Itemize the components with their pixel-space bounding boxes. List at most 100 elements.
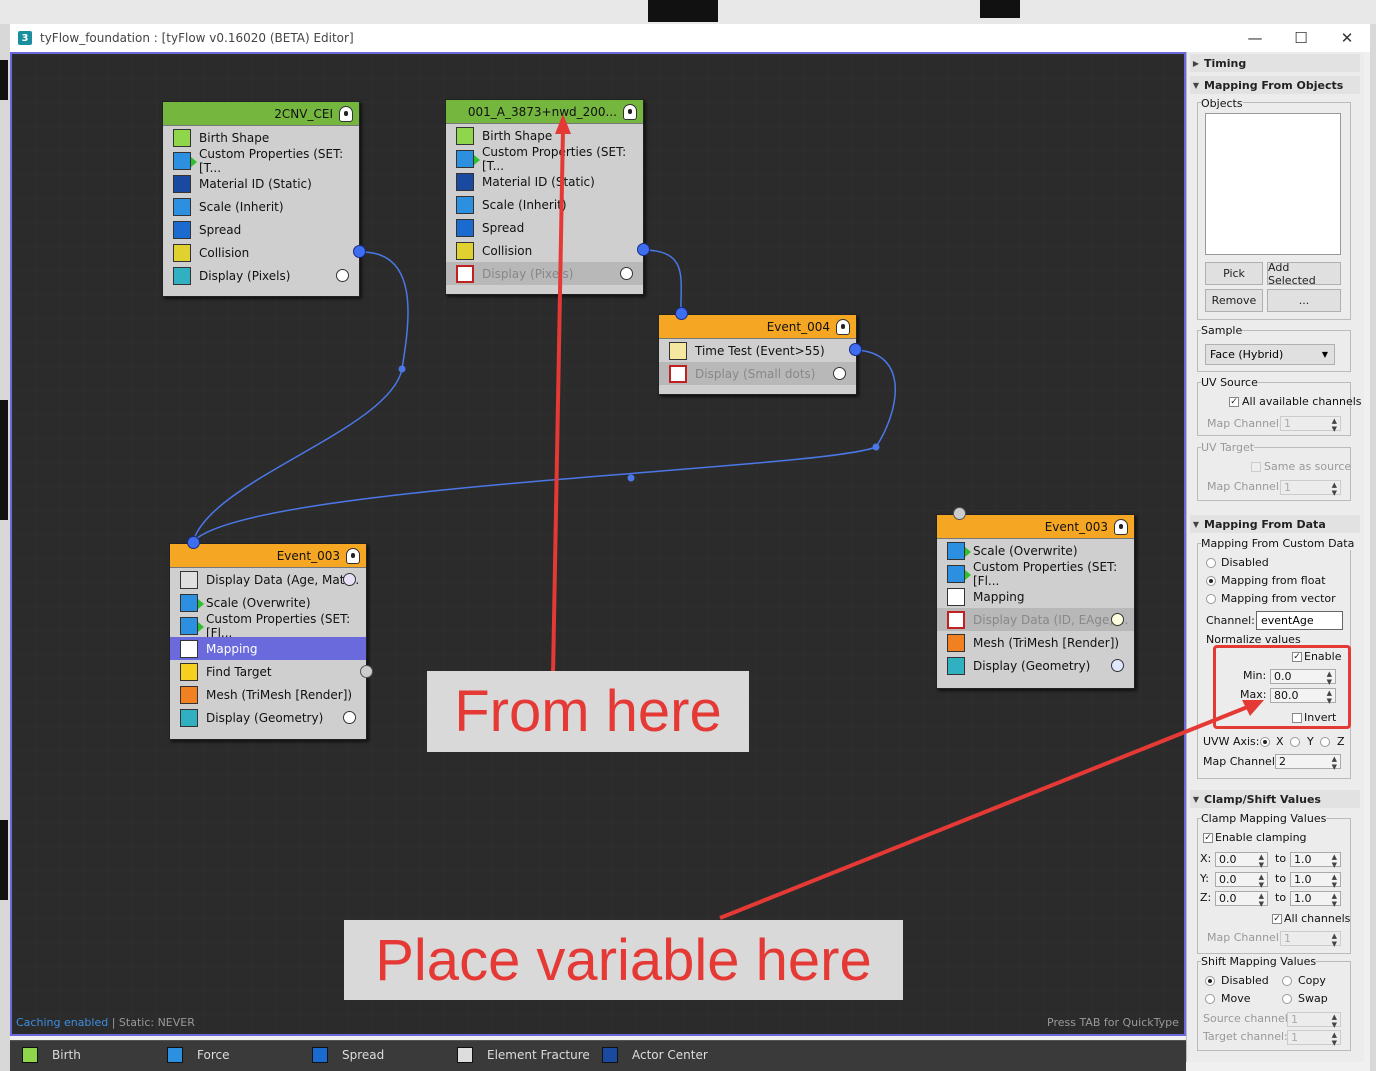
operator-custom-properties[interactable]: Custom Properties (SET: [Fl... [937, 560, 1134, 588]
objects-list[interactable] [1205, 113, 1341, 255]
output-port[interactable] [849, 343, 862, 356]
enable-clamping-checkbox[interactable]: ✓ [1203, 833, 1213, 843]
operator-mesh[interactable]: Mesh (TriMesh [Render]) [170, 683, 366, 706]
operator-display[interactable]: Display (Geometry) [937, 654, 1134, 677]
bulb-icon[interactable] [836, 319, 850, 335]
input-port[interactable] [953, 507, 966, 520]
operator-mapping[interactable]: Mapping [937, 585, 1134, 608]
operator-custom-properties[interactable]: Custom Properties (SET: [T... [446, 145, 643, 173]
pick-button[interactable]: Pick [1205, 262, 1263, 285]
clamp-y-max-spinner[interactable]: 1.0 ▲ ▼ [1290, 872, 1341, 889]
clamp-z-min-spinner[interactable]: 0.0 ▲ ▼ [1215, 891, 1268, 908]
operator-find-target[interactable]: Find Target [170, 660, 366, 683]
operator-mapping-selected[interactable]: Mapping [170, 637, 366, 660]
output-port[interactable] [637, 243, 650, 256]
operator-collision[interactable]: Collision [163, 241, 359, 264]
event-node-event-003-left[interactable]: Event_003 Display Data (Age, Matl... Sca… [169, 543, 367, 740]
node-header[interactable]: 001_A_3873+nwd_200... [446, 100, 643, 124]
minimize-button[interactable]: — [1232, 24, 1278, 52]
operator-mesh[interactable]: Mesh (TriMesh [Render]) [937, 631, 1134, 654]
operator-material-id[interactable]: Material ID (Static) [163, 172, 359, 195]
operator-display[interactable]: Display (Geometry) [170, 706, 366, 729]
bulb-icon[interactable] [346, 548, 360, 564]
shift-move-radio[interactable] [1205, 994, 1215, 1004]
operator-display-data[interactable]: Display Data (Age, Matl... [170, 568, 366, 591]
rollout-timing[interactable]: ▶ Timing [1190, 54, 1360, 72]
bulb-icon[interactable] [339, 106, 353, 122]
event-node-event-003-right[interactable]: Event_003 Scale (Overwrite) Custom Prope… [936, 514, 1135, 689]
sample-dropdown[interactable]: Face (Hybrid) ▼ [1205, 344, 1335, 365]
input-port[interactable] [187, 536, 200, 549]
bulb-icon[interactable] [1114, 519, 1128, 535]
display-color-swatch[interactable] [1111, 613, 1124, 626]
node-header[interactable]: Event_003 [170, 544, 366, 568]
display-color-swatch[interactable] [620, 267, 633, 280]
mapping-from-vector-radio[interactable] [1206, 594, 1216, 604]
palette-spread[interactable]: Spread [312, 1047, 384, 1063]
axis-y-radio[interactable] [1290, 737, 1300, 747]
operator-spread[interactable]: Spread [163, 218, 359, 241]
clamp-y-min-spinner[interactable]: 0.0 ▲ ▼ [1215, 872, 1268, 889]
clamp-x-min-spinner[interactable]: 0.0 ▲ ▼ [1215, 852, 1268, 869]
palette-element-fracture[interactable]: Element Fracture [457, 1047, 590, 1063]
node-header[interactable]: 2CNV_CEI [163, 102, 359, 126]
target-channel-spinner[interactable]: 1 ▲ ▼ [1287, 1030, 1341, 1047]
display-color-swatch[interactable] [336, 269, 349, 282]
find-target-output-port[interactable] [360, 665, 373, 678]
operator-custom-properties[interactable]: Custom Properties (SET: [Fl... [170, 612, 366, 640]
map-channel-spinner[interactable]: 1 ▲ ▼ [1280, 480, 1341, 497]
operator-spread[interactable]: Spread [446, 216, 643, 239]
palette-force[interactable]: Force [167, 1047, 229, 1063]
bulb-icon[interactable] [623, 104, 637, 120]
palette-birth[interactable]: Birth [22, 1047, 81, 1063]
channel-input[interactable]: eventAge [1256, 611, 1343, 630]
output-port[interactable] [353, 245, 366, 258]
shift-copy-radio[interactable] [1282, 976, 1292, 986]
mapping-from-float-radio[interactable] [1206, 576, 1216, 586]
operator-collision[interactable]: Collision [446, 239, 643, 262]
same-as-source-checkbox[interactable] [1251, 462, 1261, 472]
operator-scale[interactable]: Scale (Inherit) [446, 193, 643, 216]
remove-button[interactable]: Remove [1205, 289, 1263, 312]
operator-display-disabled[interactable]: Display (Small dots) [659, 362, 856, 385]
add-selected-button[interactable]: Add Selected [1267, 261, 1341, 287]
input-port[interactable] [675, 307, 688, 320]
operator-time-test[interactable]: Time Test (Event>55) [659, 339, 856, 362]
node-header[interactable]: Event_003 [937, 515, 1134, 539]
operator-custom-properties[interactable]: Custom Properties (SET: [T... [163, 147, 359, 175]
map-channel-spinner[interactable]: 2 ▲ ▼ [1275, 754, 1341, 771]
operator-scale[interactable]: Scale (Inherit) [163, 195, 359, 218]
disabled-radio[interactable] [1206, 558, 1216, 568]
clamp-z-max-spinner[interactable]: 1.0 ▲ ▼ [1290, 891, 1341, 908]
display-color-swatch[interactable] [1111, 659, 1124, 672]
operator-material-id[interactable]: Material ID (Static) [446, 170, 643, 193]
axis-z-radio[interactable] [1320, 737, 1330, 747]
clamp-x-max-spinner[interactable]: 1.0 ▲ ▼ [1290, 852, 1341, 869]
shift-swap-radio[interactable] [1282, 994, 1292, 1004]
close-button[interactable]: ✕ [1324, 24, 1370, 52]
node-header[interactable]: Event_004 [659, 315, 856, 339]
display-color-swatch[interactable] [343, 711, 356, 724]
axis-x-radio[interactable] [1260, 737, 1270, 747]
event-node-event-004[interactable]: Event_004 Time Test (Event>55) Display (… [658, 314, 857, 395]
shift-disabled-radio[interactable] [1205, 976, 1215, 986]
map-channel-spinner[interactable]: 1 ▲ ▼ [1280, 416, 1341, 433]
display-color-swatch[interactable] [833, 367, 846, 380]
maximize-button[interactable]: ☐ [1278, 24, 1324, 52]
all-available-channels-checkbox[interactable]: ✓ [1229, 397, 1239, 407]
node-title: 2CNV_CEI [274, 106, 333, 121]
rollout-mapping-from-data[interactable]: ▼ Mapping From Data [1190, 515, 1360, 533]
all-channels-checkbox[interactable]: ✓ [1272, 914, 1282, 924]
palette-actor-center[interactable]: Actor Center [602, 1047, 708, 1063]
operator-display[interactable]: Display (Pixels) [163, 264, 359, 287]
event-node-001-a[interactable]: 001_A_3873+nwd_200... Birth Shape Custom… [445, 99, 644, 295]
event-node-2cnv-cei[interactable]: 2CNV_CEI Birth Shape Custom Properties (… [162, 101, 360, 297]
more-button[interactable]: ... [1267, 289, 1341, 312]
display-color-swatch[interactable] [343, 573, 356, 586]
rollout-clamp-shift-values[interactable]: ▼ Clamp/Shift Values [1190, 790, 1360, 808]
map-channel-spinner[interactable]: 1 ▲ ▼ [1280, 931, 1341, 948]
rollout-mapping-from-objects[interactable]: ▼ Mapping From Objects [1190, 76, 1360, 94]
source-channel-spinner[interactable]: 1 ▲ ▼ [1287, 1012, 1341, 1029]
operator-display-disabled[interactable]: Display (Pixels) [446, 262, 643, 285]
operator-display-data-disabled[interactable]: Display Data (ID, EAge, ... [937, 608, 1134, 631]
